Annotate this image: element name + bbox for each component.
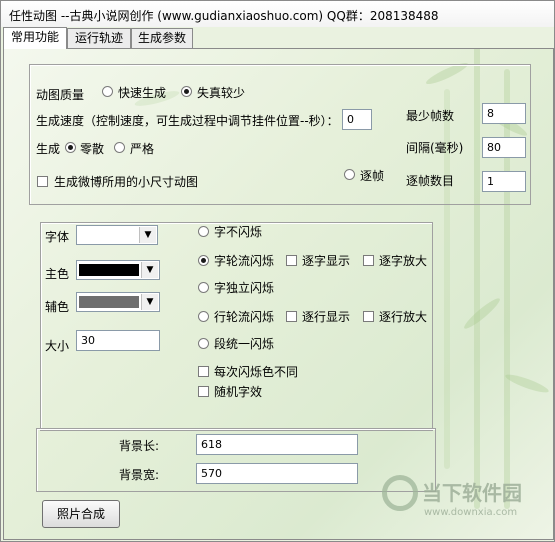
font-select[interactable]: ▼ xyxy=(76,225,158,245)
weibo-size-label: 生成微博所用的小尺寸动图 xyxy=(54,175,199,189)
main-color-swatch xyxy=(79,264,139,276)
aux-color-label: 辅色 xyxy=(45,300,70,314)
compose-photo-button[interactable]: 照片合成 xyxy=(42,500,120,528)
interval-input[interactable]: 80 xyxy=(482,137,526,158)
effect-no-flash-label: 字不闪烁 xyxy=(214,225,263,239)
diff-color-checkbox[interactable] xyxy=(198,366,209,377)
watermark-brand: 当下软件园 xyxy=(422,481,522,505)
tab-params[interactable]: 生成参数 xyxy=(131,28,193,48)
chevron-down-icon[interactable]: ▼ xyxy=(141,262,158,278)
quality-label: 动图质量 xyxy=(36,88,85,102)
speed-label: 生成速度（控制速度，可生成过程中调节挂件位置--秒）： xyxy=(36,114,339,128)
bg-width-label: 背景宽: xyxy=(119,468,160,482)
tab-common[interactable]: 常用功能 xyxy=(3,27,67,49)
effect-line-rotate-label: 行轮流闪烁 xyxy=(214,310,275,324)
quality-low-distortion-label: 失真较少 xyxy=(197,86,246,100)
size-label: 大小 xyxy=(45,339,70,353)
title-bar: 任性动图 --古典小说网创作 (www.gudianxiaoshuo.com) … xyxy=(1,1,554,27)
chevron-down-icon[interactable]: ▼ xyxy=(141,294,158,310)
frame-count-input[interactable]: 1 xyxy=(482,171,526,192)
char-show-label: 逐字显示 xyxy=(302,254,351,268)
line-zoom-checkbox[interactable] xyxy=(363,311,374,322)
downxia-logo-icon xyxy=(382,475,418,511)
min-frames-input[interactable]: 8 xyxy=(482,103,526,124)
mode-strict-label: 严格 xyxy=(130,142,155,156)
frame-count-label: 逐帧数目 xyxy=(406,174,455,188)
tab-panel: 动图质量 快速生成 失真较少 生成速度（控制速度，可生成过程中调节挂件位置--秒… xyxy=(3,48,554,540)
main-color-select[interactable]: ▼ xyxy=(76,260,160,280)
chevron-down-icon[interactable]: ▼ xyxy=(139,227,156,243)
quality-low-distortion-radio[interactable] xyxy=(181,86,192,97)
random-font-checkbox[interactable] xyxy=(198,386,209,397)
mode-scattered-label: 零散 xyxy=(80,142,105,156)
line-show-checkbox[interactable] xyxy=(286,311,297,322)
frame-by-frame-label: 逐帧 xyxy=(360,169,385,183)
interval-label: 间隔(毫秒) xyxy=(406,141,464,155)
effect-char-rotate-label: 字轮流闪烁 xyxy=(214,254,275,268)
quality-fast-radio[interactable] xyxy=(102,86,113,97)
app-window: 任性动图 --古典小说网创作 (www.gudianxiaoshuo.com) … xyxy=(0,0,555,542)
weibo-size-checkbox[interactable] xyxy=(37,176,48,187)
char-show-checkbox[interactable] xyxy=(286,255,297,266)
bg-width-input[interactable]: 570 xyxy=(196,463,358,484)
font-label: 字体 xyxy=(45,230,70,244)
watermark-url: www.downxia.com xyxy=(424,507,518,518)
mode-scattered-radio[interactable] xyxy=(65,142,76,153)
char-zoom-checkbox[interactable] xyxy=(363,255,374,266)
min-frames-label: 最少帧数 xyxy=(406,109,455,123)
bg-length-label: 背景长: xyxy=(119,439,160,453)
mode-strict-radio[interactable] xyxy=(114,142,125,153)
frame-by-frame-radio[interactable] xyxy=(344,169,355,180)
quality-fast-label: 快速生成 xyxy=(118,86,167,100)
line-zoom-label: 逐行放大 xyxy=(379,310,428,324)
speed-input[interactable]: 0 xyxy=(342,109,372,130)
size-input[interactable]: 30 xyxy=(76,330,160,351)
effect-char-rotate-radio[interactable] xyxy=(198,255,209,266)
effect-char-independent-label: 字独立闪烁 xyxy=(214,281,275,295)
main-color-label: 主色 xyxy=(45,267,70,281)
random-font-label: 随机字效 xyxy=(214,385,263,399)
aux-color-swatch xyxy=(79,296,139,308)
leaf-decoration xyxy=(461,295,503,332)
line-show-label: 逐行显示 xyxy=(302,310,351,324)
effect-paragraph-radio[interactable] xyxy=(198,338,209,349)
effect-line-rotate-radio[interactable] xyxy=(198,311,209,322)
leaf-decoration xyxy=(503,371,551,396)
char-zoom-label: 逐字放大 xyxy=(379,254,428,268)
aux-color-select[interactable]: ▼ xyxy=(76,292,160,312)
effect-char-independent-radio[interactable] xyxy=(198,282,209,293)
diff-color-label: 每次闪烁色不同 xyxy=(214,365,299,379)
mode-label: 生成 xyxy=(36,142,61,156)
bg-length-input[interactable]: 618 xyxy=(196,434,358,455)
tab-trajectory[interactable]: 运行轨迹 xyxy=(67,28,131,48)
effect-paragraph-label: 段统一闪烁 xyxy=(214,337,275,351)
window-title: 任性动图 --古典小说网创作 (www.gudianxiaoshuo.com) … xyxy=(9,9,439,23)
effect-no-flash-radio[interactable] xyxy=(198,226,209,237)
